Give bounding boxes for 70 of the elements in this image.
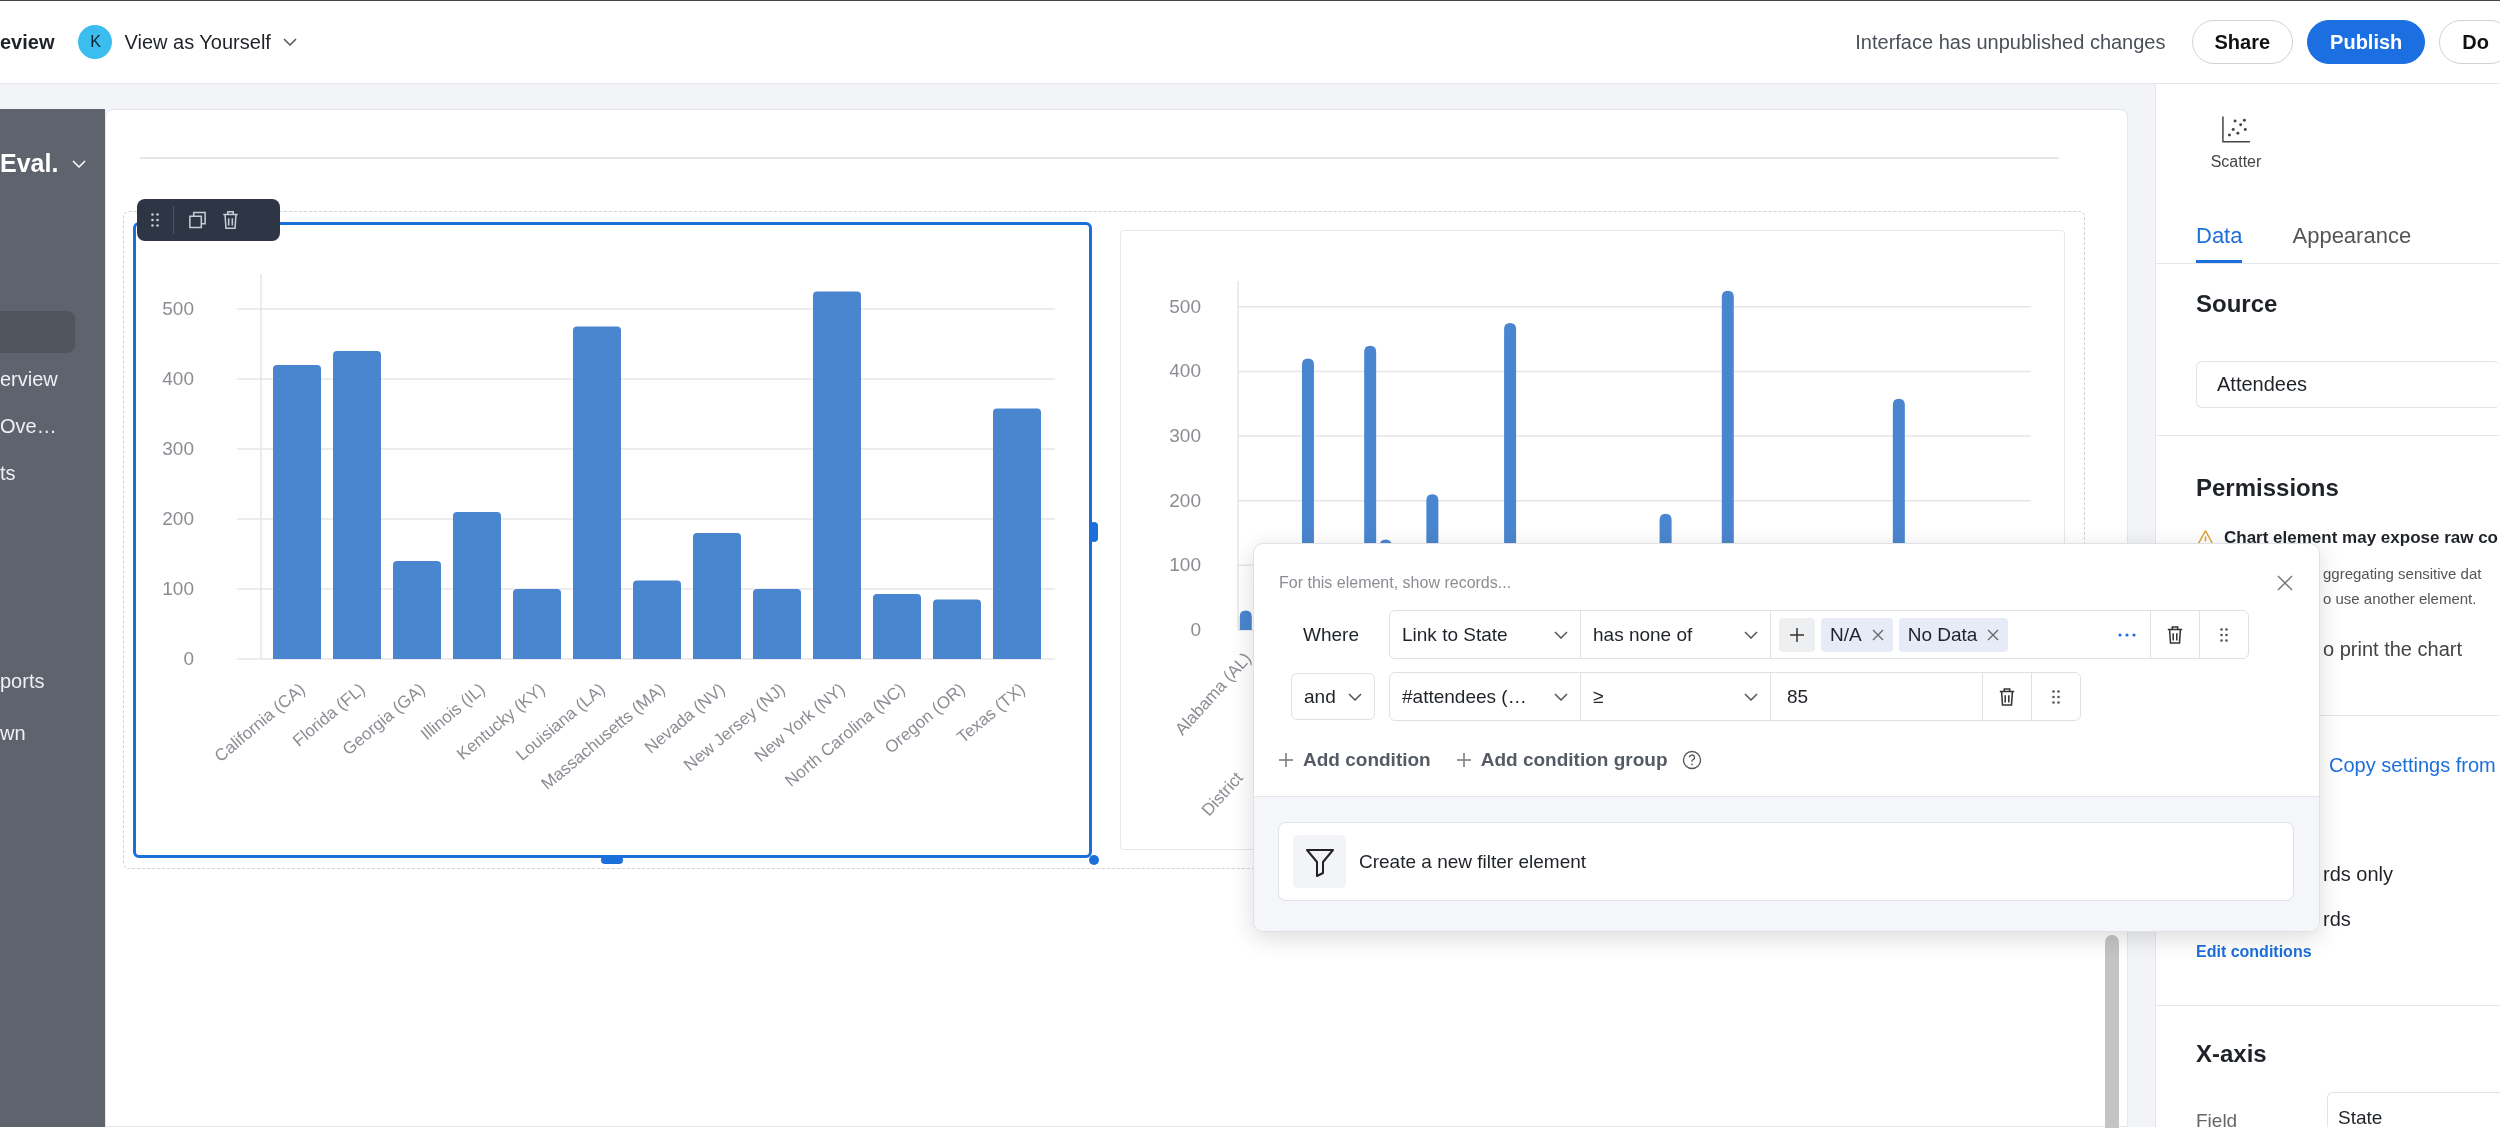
y-axis-label: 100 <box>162 578 194 599</box>
resize-handle[interactable] <box>1089 855 1099 865</box>
field-label: Field <box>2196 1110 2239 1127</box>
bar <box>873 593 921 659</box>
section-heading: Source <box>2196 290 2279 318</box>
y-axis-label: 400 <box>162 368 194 389</box>
add-condition-button[interactable]: Add condition <box>1279 749 1431 771</box>
resize-handle[interactable] <box>1090 522 1098 542</box>
duplicate-icon[interactable] <box>188 210 207 230</box>
warning-title: Chart element may expose raw co <box>2224 528 2498 548</box>
close-icon[interactable] <box>2277 575 2293 591</box>
y-axis-label: 100 <box>1169 554 1201 576</box>
filter-option-label: rds only <box>2323 863 2394 886</box>
warning-text: ggregating sensitive dat <box>2323 564 2483 584</box>
conjunction-label: Where <box>1302 623 1359 646</box>
edit-conditions-link[interactable]: Edit conditions <box>2196 943 2312 961</box>
bar <box>513 589 561 659</box>
resize-handle[interactable] <box>601 856 623 864</box>
popup-heading: For this element, show records... <box>1279 574 1512 592</box>
drag-handle-icon <box>151 213 159 227</box>
chevron-down-icon <box>282 38 297 46</box>
sidebar-title[interactable]: Eval. <box>0 149 105 178</box>
plus-icon <box>1456 753 1471 767</box>
sidebar-item[interactable]: ts <box>0 461 105 485</box>
sidebar-item[interactable]: wn <box>0 721 105 745</box>
bar <box>1239 610 1252 630</box>
bar <box>753 589 801 659</box>
panel-tab[interactable]: Data <box>2196 223 2243 263</box>
help-icon[interactable] <box>1681 750 1702 770</box>
y-axis-label: 200 <box>1169 489 1201 511</box>
funnel-icon <box>1304 846 1335 877</box>
print-option-label: o print the chart <box>2322 638 2463 661</box>
top-bar-button[interactable]: Do <box>2439 20 2500 64</box>
copy-settings-link[interactable]: Copy settings from <box>2329 754 2496 777</box>
filter-option-label: rds <box>2323 908 2351 931</box>
view-as-dropdown[interactable]: K View as Yourself <box>78 25 297 59</box>
scrollbar[interactable] <box>2105 935 2119 1128</box>
section-heading: X-axis <box>2196 1040 2268 1068</box>
chart-type-label: Scatter <box>2210 153 2262 171</box>
avatar: K <box>78 25 113 59</box>
view-as-label: View as Yourself <box>124 30 271 54</box>
y-axis-label: 500 <box>162 298 194 319</box>
top-bar-button[interactable]: Share <box>2191 20 2294 64</box>
plus-icon <box>1279 753 1293 767</box>
sidebar-item[interactable]: Ove… <box>0 414 105 438</box>
y-axis-label: 300 <box>1169 425 1201 447</box>
page-title: eview <box>0 30 55 54</box>
x-axis-field-dropdown[interactable]: State <box>2327 1092 2500 1127</box>
sidebar-item[interactable]: erview <box>0 367 105 391</box>
add-condition-button[interactable]: Add condition group <box>1456 749 1668 771</box>
chevron-down-icon <box>1348 692 1362 701</box>
conjunction-dropdown[interactable]: and <box>1291 673 1375 720</box>
top-bar-button[interactable]: Publish <box>2307 20 2426 64</box>
y-axis-label: 200 <box>162 508 194 529</box>
y-axis-label: 400 <box>1169 360 1201 382</box>
section-heading: Permissions <box>2196 474 2340 502</box>
y-axis-label: 500 <box>1169 295 1201 317</box>
panel-tab[interactable]: Appearance <box>2292 223 2412 263</box>
y-axis-label: 300 <box>162 438 194 459</box>
sidebar-item[interactable]: ports <box>0 669 105 693</box>
chevron-down-icon <box>71 159 88 168</box>
trash-icon[interactable] <box>221 210 240 230</box>
unpublished-status: Interface has unpublished changes <box>1855 30 2166 54</box>
scatter-chart-icon[interactable] <box>2222 116 2250 143</box>
bar <box>933 599 981 659</box>
warning-text: o use another element. <box>2323 589 2478 609</box>
y-axis-label: 0 <box>183 648 194 669</box>
bar-chart-element[interactable] <box>133 222 1092 858</box>
y-axis-label: 0 <box>1190 619 1201 640</box>
create-filter-button[interactable]: Create a new filter element <box>1278 822 2294 901</box>
